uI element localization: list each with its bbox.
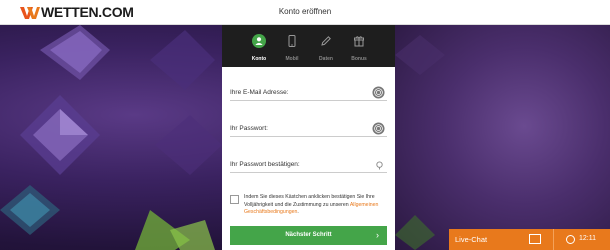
- phone-icon: [288, 35, 296, 47]
- clock-widget: 12:11: [553, 229, 610, 250]
- email-label: Ihre E-Mail Adresse:: [230, 89, 289, 96]
- step-label-konto: Konto: [251, 56, 267, 62]
- terms-suffix: .: [297, 209, 299, 215]
- live-chat-button[interactable]: Live-Chat: [449, 229, 553, 250]
- registration-panel: Konto Mobil Daten Bonus Ihre E-Mail Adre…: [222, 25, 395, 250]
- step-label-mobil: Mobil: [285, 56, 299, 62]
- gem-decoration-right: [395, 35, 445, 250]
- terms-checkbox[interactable]: [230, 195, 239, 204]
- page-title: Konto eröffnen: [278, 7, 332, 16]
- step-label-daten: Daten: [319, 56, 333, 62]
- step-daten[interactable]: Daten: [308, 25, 344, 67]
- chat-window-icon: [529, 234, 541, 244]
- password-confirm-label: Ihr Passwort bestätigen:: [230, 161, 300, 168]
- next-step-label: Nächster Schritt: [285, 232, 332, 238]
- step-label-bonus: Bonus: [351, 56, 367, 62]
- step-mobil[interactable]: Mobil: [274, 25, 310, 67]
- terms-text: Indem Sie dieses Kästchen anklicken best…: [244, 194, 392, 217]
- next-step-button[interactable]: Nächster Schritt ›: [230, 226, 387, 245]
- password-confirm-field[interactable]: Ihr Passwort bestätigen:: [230, 157, 387, 173]
- step-konto[interactable]: Konto: [241, 25, 277, 67]
- user-icon: [252, 34, 266, 48]
- fingerprint-icon[interactable]: [372, 86, 385, 99]
- gem-decoration-left: [0, 25, 222, 250]
- clock-icon: [566, 235, 575, 244]
- password-key-icon[interactable]: [375, 161, 384, 170]
- email-field[interactable]: Ihre E-Mail Adresse:: [230, 85, 387, 101]
- clock-time: 12:11: [579, 235, 596, 242]
- password-label: Ihr Passwort:: [230, 125, 268, 132]
- step-bar: Konto Mobil Daten Bonus: [222, 25, 395, 67]
- password-field[interactable]: Ihr Passwort:: [230, 121, 387, 137]
- live-chat-label: Live-Chat: [455, 235, 488, 244]
- top-header: WETTEN.COM Konto eröffnen: [0, 0, 610, 25]
- gift-icon: [354, 36, 364, 47]
- chevron-right-icon: ›: [376, 230, 379, 240]
- fingerprint-icon[interactable]: [372, 122, 385, 135]
- pencil-icon: [321, 36, 331, 46]
- step-bonus[interactable]: Bonus: [341, 25, 377, 67]
